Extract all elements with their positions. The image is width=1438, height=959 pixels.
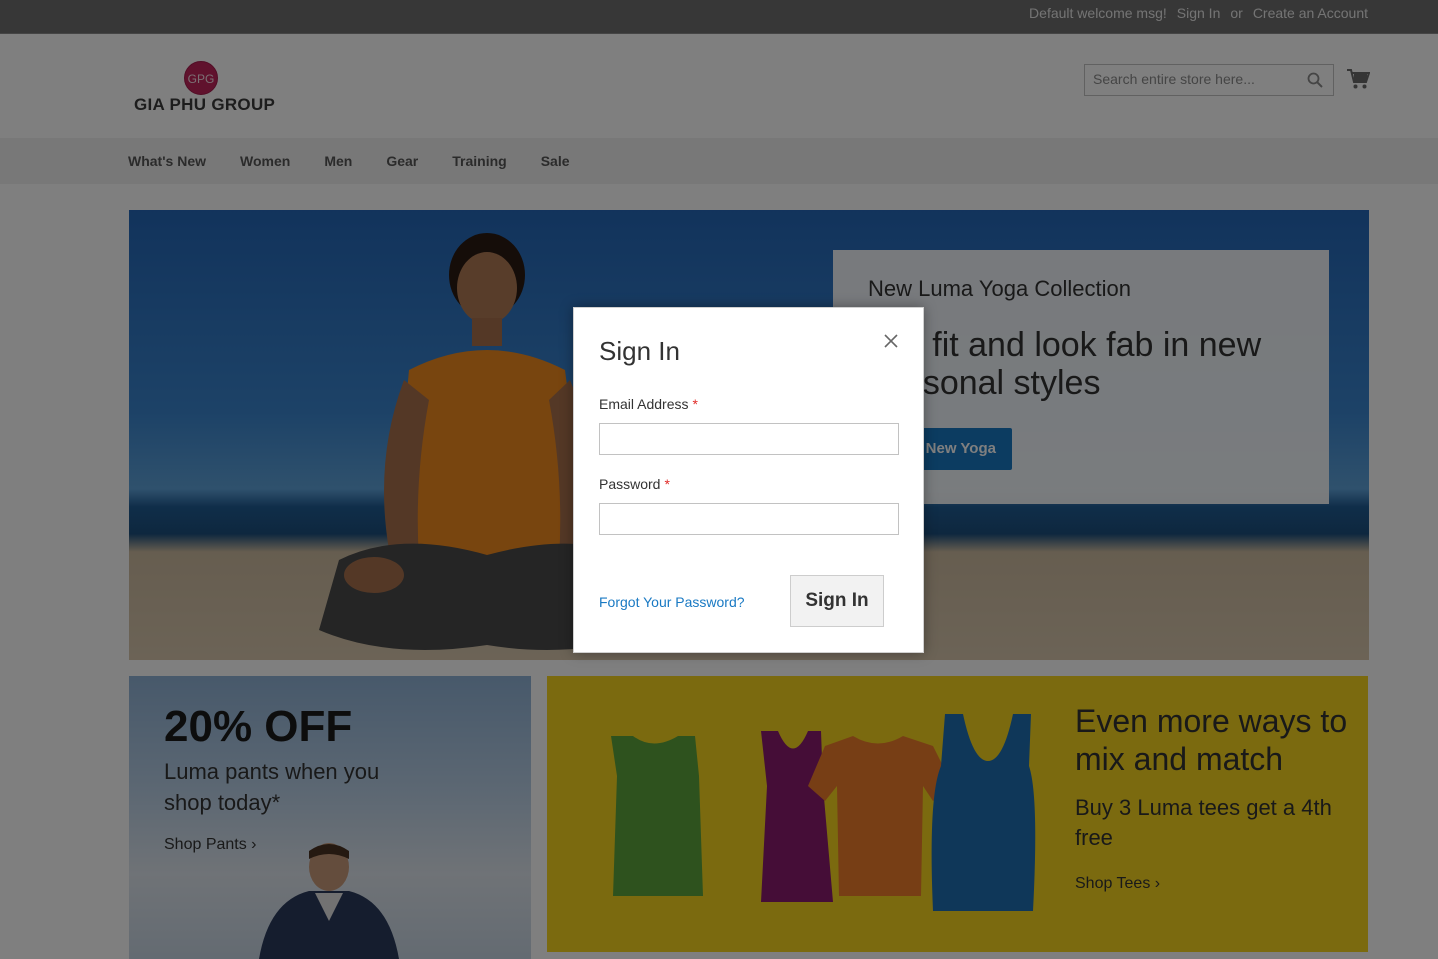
- required-mark: *: [664, 476, 670, 492]
- email-field[interactable]: [599, 423, 899, 455]
- close-icon[interactable]: [880, 330, 902, 352]
- password-label-text: Password: [599, 476, 661, 492]
- modal-title: Sign In: [599, 336, 680, 366]
- email-label: Email Address *: [599, 396, 698, 412]
- required-mark: *: [692, 396, 698, 412]
- password-label: Password *: [599, 476, 670, 492]
- forgot-password-link[interactable]: Forgot Your Password?: [599, 594, 745, 610]
- email-label-text: Email Address: [599, 396, 689, 412]
- sign-in-button[interactable]: Sign In: [790, 575, 884, 627]
- password-field[interactable]: [599, 503, 899, 535]
- sign-in-modal: Sign In Email Address * Password * Forgot …: [573, 307, 924, 653]
